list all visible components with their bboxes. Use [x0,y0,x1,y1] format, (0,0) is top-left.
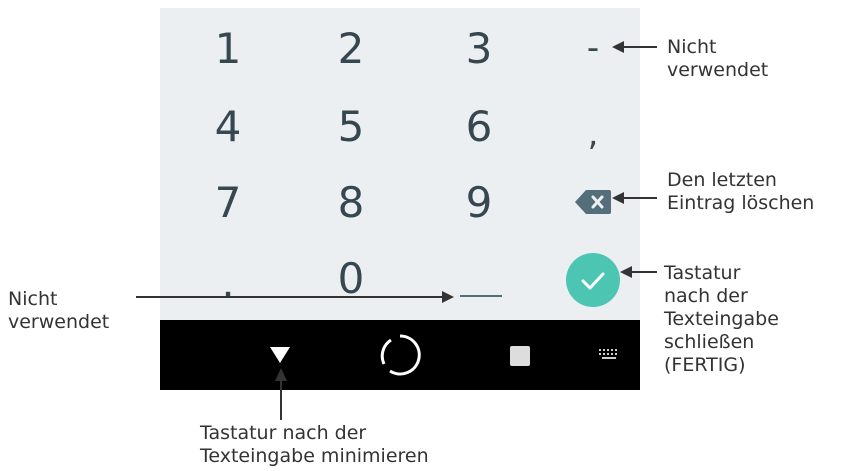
callout-delete-last: Den letzten Eintrag löschen [667,169,814,215]
callout-line: Texteingabe [664,308,779,330]
callout-minus-unused: Nicht verwendet [667,36,768,82]
callout-line: Tastatur [664,262,741,284]
callout-line: (FERTIG) [664,354,746,376]
callout-space-unused: Nicht verwendet [8,288,109,334]
callout-close-keyboard: Tastatur nach der Texteingabe schließen … [664,262,779,377]
callout-line: Nicht [8,288,58,310]
callout-line: Tastatur nach der [200,422,367,444]
callout-line: nach der [664,285,748,307]
callout-line: Den letzten [667,169,777,191]
callout-line: schließen [664,331,755,353]
callout-line: verwendet [667,59,769,81]
callout-minimize-keyboard: Tastatur nach der Texteingabe minimieren [200,422,429,468]
callout-line: verwendet [8,311,110,333]
callout-line: Texteingabe minimieren [200,445,429,467]
callout-line: Nicht [667,36,717,58]
callout-line: Eintrag löschen [667,192,815,214]
